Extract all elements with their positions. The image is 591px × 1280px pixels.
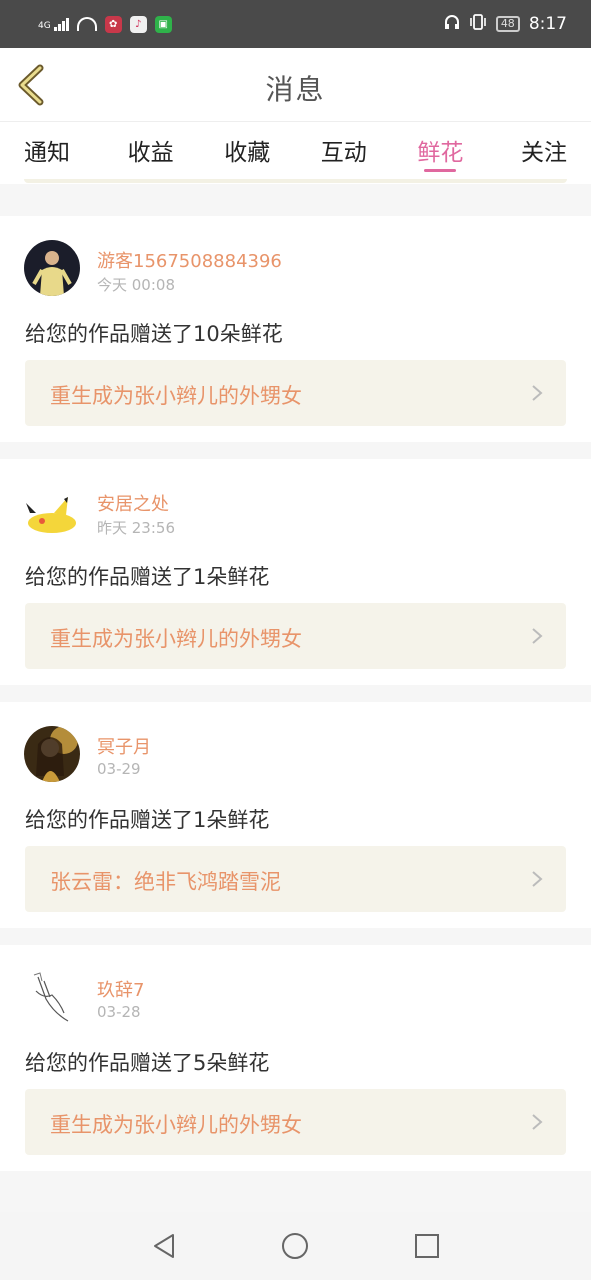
status-left: 4G ✿ ♪ ▣ (38, 15, 172, 33)
avatar[interactable] (24, 726, 80, 782)
network-type: 4G (38, 20, 51, 31)
music-app-icon: ♪ (129, 15, 147, 33)
message-text: 给您的作品赠送了10朵鲜花 (25, 322, 283, 346)
message-text: 给您的作品赠送了5朵鲜花 (25, 1051, 270, 1075)
avatar[interactable] (24, 969, 80, 1025)
message-time: 03-29 (97, 760, 141, 778)
message-time: 昨天 23:56 (97, 519, 175, 537)
tab-follows[interactable]: 关注 (507, 122, 567, 184)
page-title: 消息 (265, 73, 326, 106)
message-card: 冥子月 03-29 给您的作品赠送了1朵鲜花 张云雷：绝非飞鸿踏雪泥 (0, 702, 591, 928)
chevron-right-icon (532, 871, 543, 887)
user-name[interactable]: 玖辞7 (97, 976, 144, 1002)
clock: 8:17 (528, 14, 567, 34)
nav-back-icon[interactable] (151, 1232, 179, 1260)
battery-icon: 48 (495, 16, 520, 32)
status-bar: 4G ✿ ♪ ▣ 48 8:17 (0, 0, 591, 48)
tab-bar: 通知 收益 收藏 互动 鲜花 关注 (0, 122, 591, 184)
tab-interactions[interactable]: 互动 (314, 122, 374, 184)
chevron-right-icon (532, 628, 543, 644)
work-link[interactable]: 重生成为张小辫儿的外甥女 (25, 1089, 566, 1155)
nav-recents-icon[interactable] (413, 1232, 441, 1260)
avatar[interactable] (24, 240, 80, 296)
work-title: 重生成为张小辫儿的外甥女 (50, 384, 302, 408)
huawei-icon: ✿ (104, 15, 122, 33)
system-nav-bar (0, 1212, 591, 1280)
work-title: 张云雷：绝非飞鸿踏雪泥 (50, 870, 281, 894)
chevron-right-icon (532, 1114, 543, 1130)
message-text: 给您的作品赠送了1朵鲜花 (25, 565, 270, 589)
work-title: 重生成为张小辫儿的外甥女 (50, 627, 302, 651)
wechat-icon: ▣ (154, 15, 172, 33)
headphone-icon (444, 14, 460, 35)
user-name[interactable]: 安居之处 (97, 490, 169, 516)
work-link[interactable]: 重生成为张小辫儿的外甥女 (25, 603, 566, 669)
tab-favorites[interactable]: 收藏 (217, 122, 277, 184)
signal-icon: 4G (38, 17, 69, 31)
status-right: 48 8:17 (444, 13, 567, 36)
message-time: 今天 00:08 (97, 276, 175, 294)
tab-divider (24, 179, 567, 183)
chevron-right-icon (532, 385, 543, 401)
avatar[interactable] (24, 483, 80, 539)
user-name[interactable]: 游客1567508884396 (97, 247, 282, 273)
wifi-icon (76, 17, 97, 31)
work-link[interactable]: 张云雷：绝非飞鸿踏雪泥 (25, 846, 566, 912)
message-card: 游客1567508884396 今天 00:08 给您的作品赠送了10朵鲜花 重… (0, 216, 591, 442)
tab-flowers[interactable]: 鲜花 (410, 122, 470, 184)
header: 消息 (0, 48, 591, 122)
message-card: 玖辞7 03-28 给您的作品赠送了5朵鲜花 重生成为张小辫儿的外甥女 (0, 945, 591, 1171)
message-time: 03-28 (97, 1003, 141, 1021)
work-title: 重生成为张小辫儿的外甥女 (50, 1113, 302, 1137)
tab-notifications[interactable]: 通知 (24, 122, 84, 184)
user-name[interactable]: 冥子月 (97, 733, 151, 759)
tab-earnings[interactable]: 收益 (121, 122, 181, 184)
message-text: 给您的作品赠送了1朵鲜花 (25, 808, 270, 832)
message-card: 安居之处 昨天 23:56 给您的作品赠送了1朵鲜花 重生成为张小辫儿的外甥女 (0, 459, 591, 685)
vibrate-icon (469, 13, 487, 36)
work-link[interactable]: 重生成为张小辫儿的外甥女 (25, 360, 566, 426)
nav-home-icon[interactable] (281, 1232, 309, 1260)
